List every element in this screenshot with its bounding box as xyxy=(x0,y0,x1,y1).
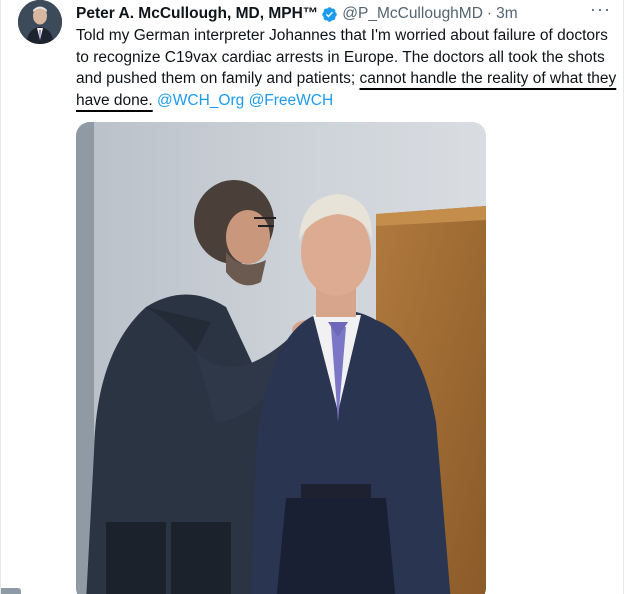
timestamp[interactable]: 3m xyxy=(496,5,518,23)
mention-freewch[interactable]: @FreeWCH xyxy=(249,92,334,109)
more-options-icon[interactable]: ··· xyxy=(590,0,611,20)
author-handle[interactable]: @P_McCulloughMD xyxy=(342,5,483,23)
scroll-indicator xyxy=(1,588,21,594)
tweet-header: Peter A. McCullough, MD, MPH™ @P_McCullo… xyxy=(76,0,613,25)
avatar[interactable] xyxy=(18,0,62,44)
avatar-image xyxy=(18,0,62,44)
tweet-photo[interactable] xyxy=(76,122,486,594)
photo-image xyxy=(76,122,486,594)
mention-wch-org[interactable]: @WCH_Org xyxy=(157,92,244,109)
tweet-card[interactable]: Peter A. McCullough, MD, MPH™ @P_McCullo… xyxy=(0,0,624,594)
tweet-text: Told my German interpreter Johannes that… xyxy=(76,25,621,111)
separator-dot: · xyxy=(486,5,493,22)
author-name[interactable]: Peter A. McCullough, MD, MPH™ xyxy=(76,5,318,23)
verified-badge-icon xyxy=(321,6,338,23)
